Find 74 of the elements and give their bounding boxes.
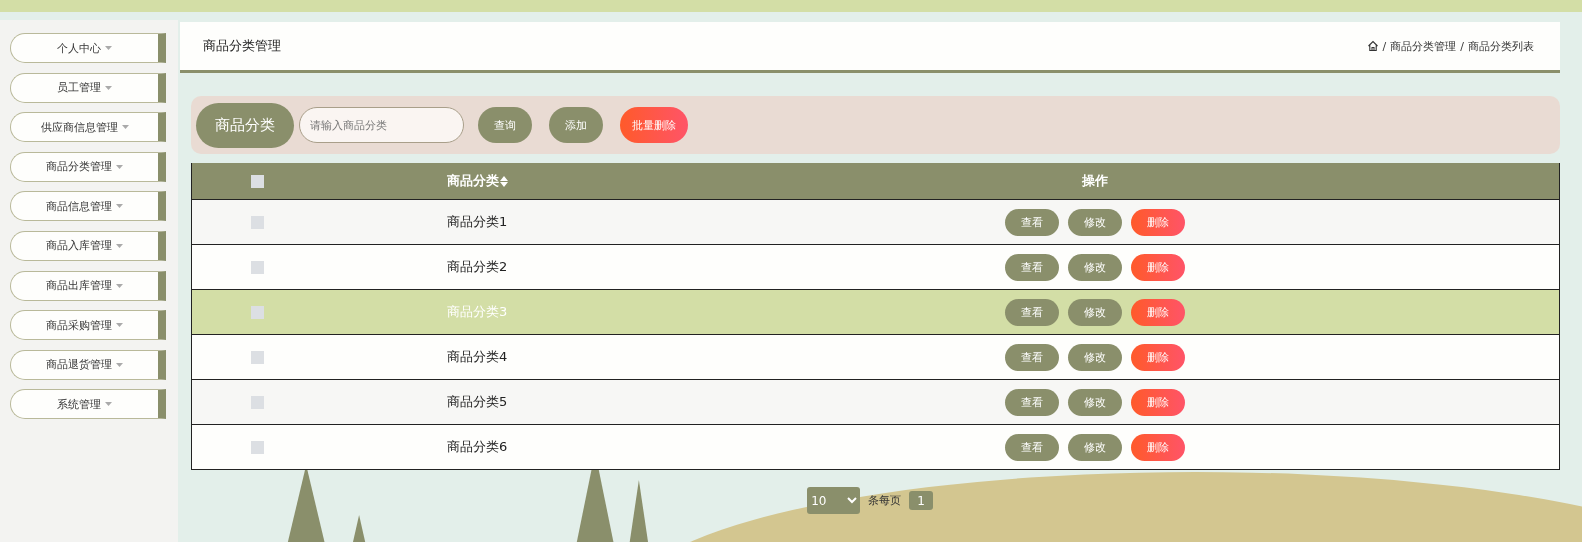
sidebar-item[interactable]: 商品出库管理 (10, 270, 166, 301)
toolbar-button[interactable]: 添加 (549, 107, 603, 143)
sidebar-item[interactable]: 供应商信息管理 (10, 112, 166, 143)
caret-icon (116, 323, 123, 328)
delete-button[interactable]: 删除 (1131, 208, 1185, 236)
checkbox[interactable] (250, 260, 264, 274)
sort-icon[interactable] (500, 175, 508, 187)
table-row[interactable]: 商品分类6 查看 修改 删除 (192, 424, 1559, 469)
action-button[interactable]: 修改 (1068, 433, 1122, 461)
delete-button[interactable]: 删除 (1131, 388, 1185, 416)
sidebar-item[interactable]: 个人中心 (10, 33, 166, 63)
table-cell-text: 商品分类2 (446, 258, 509, 276)
table-cell-text: 商品分类6 (446, 438, 509, 456)
delete-button[interactable]: 删除 (1131, 343, 1185, 371)
toolbar-button[interactable]: 查询 (478, 107, 532, 143)
action-button[interactable]: 查看 (1005, 343, 1059, 371)
checkbox[interactable] (250, 174, 264, 188)
table-cell-text: 商品分类4 (446, 348, 509, 366)
action-button[interactable]: 查看 (1005, 433, 1059, 461)
action-button[interactable]: 查看 (1005, 298, 1059, 326)
checkbox[interactable] (250, 215, 264, 229)
action-button[interactable]: 修改 (1068, 298, 1122, 326)
page-size-select[interactable]: 10 (807, 487, 861, 514)
table-row[interactable]: 商品分类3 查看 修改 删除 (192, 289, 1559, 334)
table-cell-text: 商品分类3 (446, 303, 509, 321)
breadcrumb-separator: / (1460, 39, 1464, 53)
table-row[interactable]: 商品分类5 查看 修改 删除 (192, 379, 1559, 424)
table-row[interactable]: 商品分类1 查看 修改 删除 (192, 199, 1559, 244)
page-title: 商品分类管理 (203, 37, 281, 55)
caret-icon (105, 402, 112, 407)
sidebar-item[interactable]: 系统管理 (10, 389, 166, 420)
caret-icon (116, 362, 123, 367)
delete-button[interactable]: 删除 (1131, 298, 1185, 326)
search-field[interactable]: 请输入商品分类 (299, 107, 464, 143)
home-icon[interactable] (1366, 40, 1379, 52)
action-button[interactable]: 修改 (1068, 253, 1122, 281)
breadcrumb-separator: / (1382, 39, 1387, 53)
breadcrumb-item[interactable]: 商品分类管理 (1390, 38, 1457, 54)
sidebar-item[interactable]: 商品信息管理 (10, 191, 166, 222)
column-header[interactable]: 商品分类 (322, 172, 631, 190)
action-button[interactable]: 修改 (1068, 343, 1122, 371)
caret-icon (105, 46, 112, 50)
checkbox[interactable] (250, 440, 264, 454)
checkbox[interactable] (250, 395, 264, 409)
caret-icon (116, 164, 123, 169)
delete-button[interactable]: 删除 (1131, 253, 1185, 281)
table-cell-text: 商品分类1 (446, 213, 509, 231)
column-header: 操作 (1082, 172, 1108, 190)
action-button[interactable]: 查看 (1005, 388, 1059, 416)
caret-icon (116, 283, 123, 288)
page-size-label: 条每页 (868, 493, 902, 508)
sidebar-item[interactable]: 商品退货管理 (10, 349, 166, 380)
sidebar-item[interactable]: 员工管理 (10, 72, 166, 103)
action-button[interactable]: 查看 (1005, 208, 1059, 236)
sidebar-item[interactable]: 商品入库管理 (10, 230, 166, 261)
checkbox[interactable] (250, 350, 264, 364)
page-button[interactable]: 1 (909, 491, 933, 510)
table-row[interactable]: 商品分类4 查看 修改 删除 (192, 334, 1559, 379)
sidebar-item[interactable]: 商品分类管理 (10, 151, 166, 182)
table-row[interactable]: 商品分类2 查看 修改 删除 (192, 244, 1559, 289)
batch-delete-button[interactable]: 批量删除 (620, 107, 688, 143)
action-button[interactable]: 查看 (1005, 253, 1059, 281)
caret-icon (105, 85, 112, 90)
action-button[interactable]: 修改 (1068, 208, 1122, 236)
sidebar-item[interactable]: 商品采购管理 (10, 310, 166, 341)
delete-button[interactable]: 删除 (1131, 433, 1185, 461)
checkbox[interactable] (250, 305, 264, 319)
caret-icon (121, 125, 129, 130)
search-label: 商品分类 (196, 102, 294, 148)
caret-icon (116, 204, 123, 209)
breadcrumb-item[interactable]: 商品分类列表 (1468, 38, 1534, 54)
table-cell-text: 商品分类5 (446, 393, 509, 411)
action-button[interactable]: 修改 (1068, 388, 1122, 416)
caret-icon (116, 243, 123, 248)
